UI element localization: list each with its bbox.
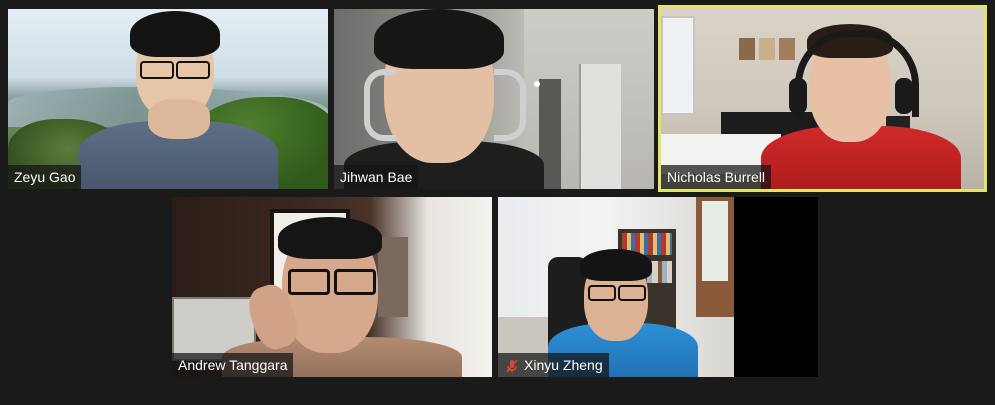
participant-name: Nicholas Burrell [667,169,766,185]
video-tile-zeyu-gao[interactable]: Zeyu Gao [8,9,328,189]
video-feed [172,197,492,377]
video-feed [661,8,984,189]
video-tile-nicholas-burrell[interactable]: Nicholas Burrell [658,5,987,192]
participant-name-tag: Zeyu Gao [8,165,82,189]
participant-name-tag: Jihwan Bae [334,165,419,189]
video-tile-xinyu-zheng[interactable]: Xinyu Zheng [498,197,818,377]
participant-name-tag: Xinyu Zheng [498,353,609,377]
video-feed [8,9,328,189]
video-feed [498,197,734,377]
participant-name: Xinyu Zheng [524,357,603,373]
participant-name-tag: Nicholas Burrell [661,165,772,189]
participant-name-tag: Andrew Tanggara [172,353,294,377]
participant-name: Jihwan Bae [340,169,413,185]
participant-name: Andrew Tanggara [178,357,288,373]
mic-muted-icon [504,357,520,373]
video-gallery: Zeyu Gao Jihwan Bae Nicholas Burrell And… [0,0,995,405]
video-tile-andrew-tanggara[interactable]: Andrew Tanggara [172,197,492,377]
participant-name: Zeyu Gao [14,169,76,185]
video-feed [334,9,654,189]
video-tile-jihwan-bae[interactable]: Jihwan Bae [334,9,654,189]
